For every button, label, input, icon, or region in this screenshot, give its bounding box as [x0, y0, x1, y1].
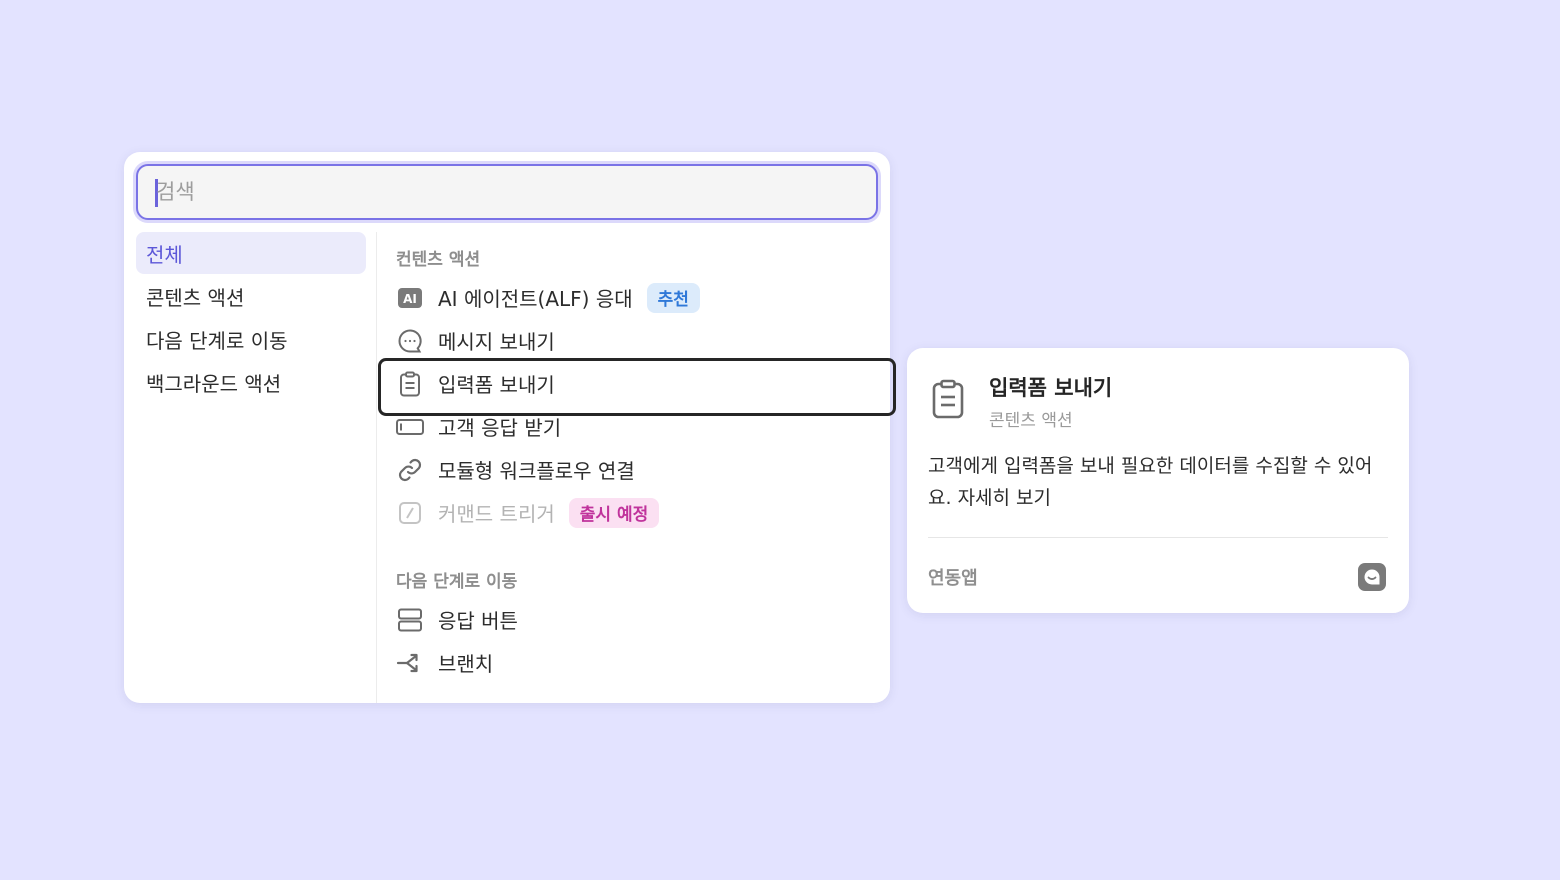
svg-text:AI: AI	[403, 292, 417, 306]
sidebar-item-next-step[interactable]: 다음 단계로 이동	[136, 318, 366, 360]
branch-icon	[396, 649, 424, 677]
slash-command-icon	[396, 499, 424, 527]
detail-description-block: 고객에게 입력폼을 보내 필요한 데이터를 수집할 수 있어요. 자세히 보기	[928, 450, 1388, 514]
button-stack-icon	[396, 606, 424, 634]
section-header-content-actions: 컨텐츠 액션	[396, 250, 481, 270]
action-label: 입력폼 보내기	[438, 373, 555, 397]
action-row-response-button[interactable]: 응답 버튼	[378, 598, 890, 641]
action-row-module-workflow[interactable]: 모듈형 워크플로우 연결	[378, 448, 890, 491]
action-label: 모듈형 워크플로우 연결	[438, 459, 635, 483]
recommend-badge: 추천	[646, 282, 700, 313]
action-label: 커맨드 트리거	[438, 502, 555, 526]
search-box[interactable]	[136, 164, 878, 220]
action-row-branch[interactable]: 브랜치	[378, 641, 890, 684]
chat-bubble-icon	[396, 327, 424, 355]
action-label: 메시지 보내기	[438, 330, 555, 354]
action-label: 고객 응답 받기	[438, 416, 562, 440]
sidebar-item-all[interactable]: 전체	[136, 232, 366, 274]
action-row-ai-agent[interactable]: AI AI 에이전트(ALF) 응대 추천	[378, 276, 890, 319]
link-icon	[396, 456, 424, 484]
clipboard-icon	[396, 370, 424, 398]
action-row-command-trigger: 커맨드 트리거 출시 예정	[378, 491, 890, 534]
action-row-send-form[interactable]: 입력폼 보내기	[378, 358, 896, 416]
action-detail-card: 입력폼 보내기 콘텐츠 액션 고객에게 입력폼을 보내 필요한 데이터를 수집할…	[907, 348, 1409, 613]
coming-soon-badge: 출시 예정	[568, 497, 660, 528]
integrated-app-label: 연동앱	[928, 568, 978, 589]
learn-more-link[interactable]: 자세히 보기	[958, 487, 1051, 509]
sidebar-item-content-actions[interactable]: 콘텐츠 액션	[136, 275, 366, 317]
section-header-next-step: 다음 단계로 이동	[396, 572, 518, 592]
action-row-receive-response[interactable]: 고객 응답 받기	[378, 405, 890, 448]
input-box-icon	[396, 413, 424, 441]
action-label: 응답 버튼	[438, 609, 518, 633]
action-label: AI 에이전트(ALF) 응대	[438, 287, 633, 311]
action-label: 브랜치	[438, 652, 494, 676]
detail-title: 입력폼 보내기	[989, 376, 1113, 400]
action-row-send-message[interactable]: 메시지 보내기	[378, 319, 890, 362]
action-list: 컨텐츠 액션 AI AI 에이전트(ALF) 응대 추천 메시지 보내기 입력폼…	[378, 232, 896, 684]
ai-icon: AI	[396, 284, 424, 312]
clipboard-icon	[931, 378, 969, 422]
column-divider	[376, 232, 377, 703]
search-input[interactable]	[156, 166, 856, 218]
action-picker-popover: 전체 콘텐츠 액션 다음 단계로 이동 백그라운드 액션 컨텐츠 액션 AI A…	[124, 152, 896, 703]
category-sidebar: 전체 콘텐츠 액션 다음 단계로 이동 백그라운드 액션	[136, 232, 366, 404]
sidebar-item-background-actions[interactable]: 백그라운드 액션	[136, 361, 366, 403]
channel-app-icon	[1358, 563, 1386, 591]
detail-category: 콘텐츠 액션	[989, 411, 1073, 431]
card-divider	[928, 537, 1388, 538]
